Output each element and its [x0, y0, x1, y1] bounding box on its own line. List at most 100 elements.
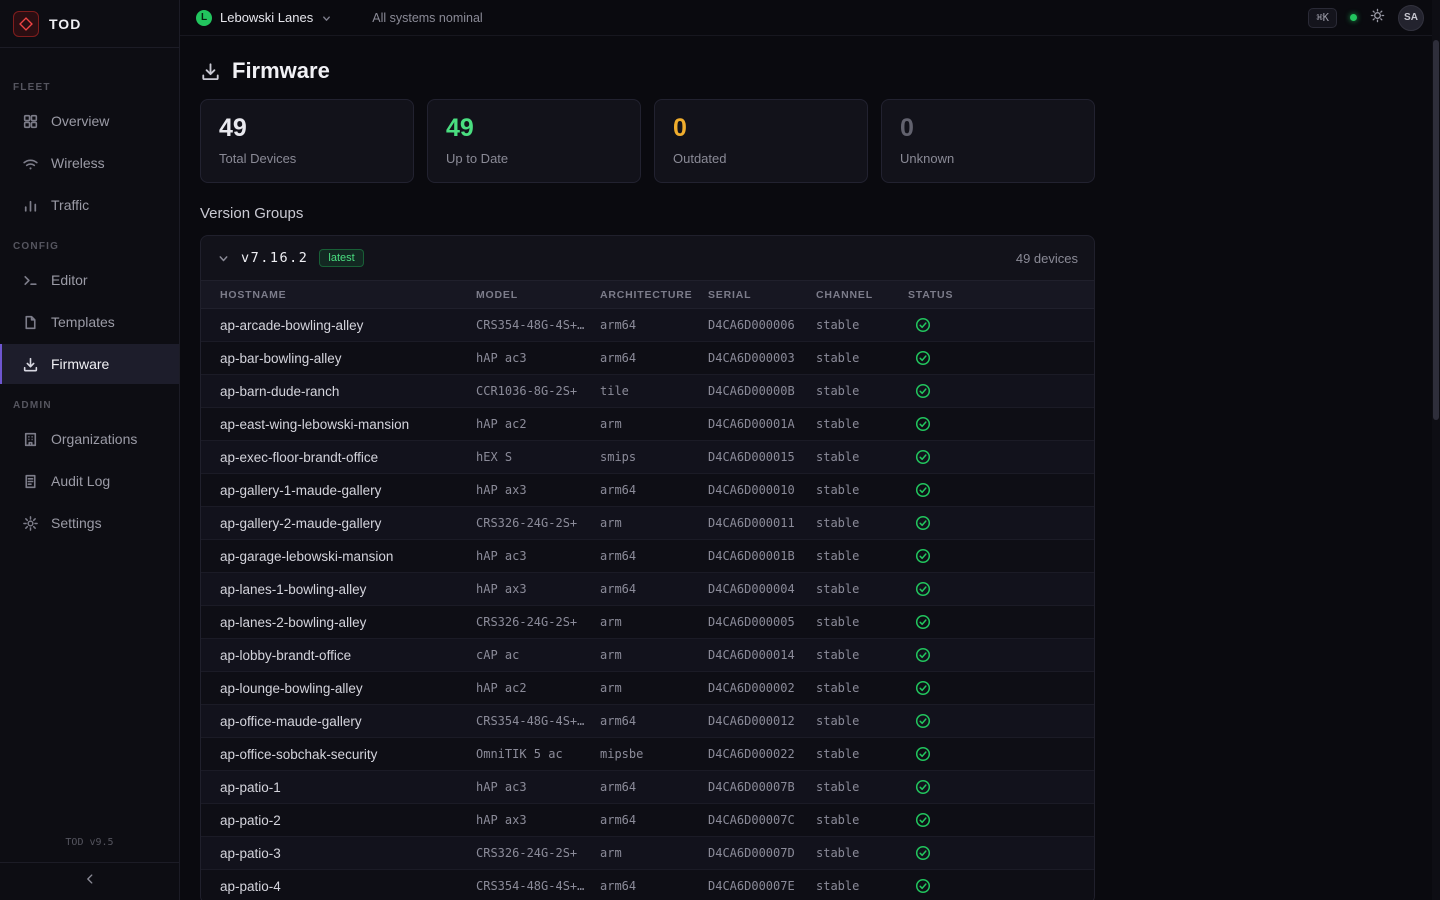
- table-row[interactable]: ap-lounge-bowling-alleyhAP ac2armD4CA6D0…: [201, 672, 1094, 705]
- table-row[interactable]: ap-bar-bowling-alleyhAP ac3arm64D4CA6D00…: [201, 342, 1094, 375]
- table-row[interactable]: ap-office-maude-galleryCRS354-48G-4S+…ar…: [201, 705, 1094, 738]
- command-palette-button[interactable]: ⌘K: [1308, 8, 1337, 28]
- stat-cards: 49 Total Devices 49 Up to Date 0 Outdate…: [200, 99, 1095, 183]
- cell-model: hEX S: [476, 450, 600, 464]
- cell-architecture: arm: [600, 516, 708, 530]
- sidebar-item-overview[interactable]: Overview: [0, 101, 179, 141]
- table-row[interactable]: ap-office-sobchak-securityOmniTIK 5 acmi…: [201, 738, 1094, 771]
- table-row[interactable]: ap-arcade-bowling-alleyCRS354-48G-4S+…ar…: [201, 309, 1094, 342]
- latest-badge: latest: [319, 249, 363, 267]
- org-switcher[interactable]: L Lebowski Lanes: [196, 10, 332, 26]
- version-group-header[interactable]: v7.16.2 latest 49 devices: [201, 236, 1094, 280]
- cell-model: hAP ac3: [476, 780, 600, 794]
- cell-model: hAP ac3: [476, 351, 600, 365]
- sidebar-collapse-button[interactable]: [0, 862, 179, 900]
- cell-architecture: arm64: [600, 813, 708, 827]
- table-row[interactable]: ap-exec-floor-brandt-officehEX SsmipsD4C…: [201, 441, 1094, 474]
- cell-architecture: arm64: [600, 483, 708, 497]
- org-avatar: L: [196, 10, 212, 26]
- cell-hostname: ap-arcade-bowling-alley: [220, 318, 476, 333]
- check-circle-icon: [908, 845, 1094, 861]
- table-row[interactable]: ap-lanes-1-bowling-alleyhAP ax3arm64D4CA…: [201, 573, 1094, 606]
- sidebar-item-organizations[interactable]: Organizations: [0, 419, 179, 459]
- cell-serial: D4CA6D00007B: [708, 780, 816, 794]
- cell-channel: stable: [816, 681, 908, 695]
- wifi-icon: [22, 155, 39, 172]
- nav-section-label-admin: ADMIN: [0, 400, 179, 411]
- cell-hostname: ap-garage-lebowski-mansion: [220, 549, 476, 564]
- cell-model: hAP ac2: [476, 417, 600, 431]
- stat-label: Outdated: [673, 151, 849, 166]
- cell-architecture: arm: [600, 648, 708, 662]
- version-group-card: v7.16.2 latest 49 devices HOSTNAME MODEL…: [200, 235, 1095, 900]
- cell-serial: D4CA6D000010: [708, 483, 816, 497]
- table-row[interactable]: ap-east-wing-lebowski-mansionhAP ac2armD…: [201, 408, 1094, 441]
- column-header-architecture: ARCHITECTURE: [600, 289, 708, 301]
- sidebar-item-audit-log[interactable]: Audit Log: [0, 461, 179, 501]
- table-row[interactable]: ap-garage-lebowski-mansionhAP ac3arm64D4…: [201, 540, 1094, 573]
- theme-toggle-button[interactable]: [1370, 8, 1385, 28]
- table-row[interactable]: ap-patio-3CRS326-24G-2S+armD4CA6D00007Ds…: [201, 837, 1094, 870]
- sidebar-item-firmware[interactable]: Firmware: [0, 344, 179, 384]
- cell-channel: stable: [816, 351, 908, 365]
- sidebar-item-editor[interactable]: Editor: [0, 260, 179, 300]
- scrollbar-thumb[interactable]: [1433, 40, 1439, 420]
- check-circle-icon: [908, 680, 1094, 696]
- check-circle-icon: [908, 482, 1094, 498]
- cell-serial: D4CA6D000002: [708, 681, 816, 695]
- cell-serial: D4CA6D000014: [708, 648, 816, 662]
- device-count: 49 devices: [1016, 251, 1078, 266]
- table-row[interactable]: ap-patio-1hAP ac3arm64D4CA6D00007Bstable: [201, 771, 1094, 804]
- table-row[interactable]: ap-barn-dude-ranchCCR1036-8G-2S+tileD4CA…: [201, 375, 1094, 408]
- cell-channel: stable: [816, 318, 908, 332]
- sidebar-item-wireless[interactable]: Wireless: [0, 143, 179, 183]
- cell-model: CCR1036-8G-2S+: [476, 384, 600, 398]
- table-row[interactable]: ap-lanes-2-bowling-alleyCRS326-24G-2S+ar…: [201, 606, 1094, 639]
- cell-architecture: mipsbe: [600, 747, 708, 761]
- check-circle-icon: [908, 548, 1094, 564]
- nav-item-label: Overview: [51, 113, 109, 129]
- cell-architecture: arm: [600, 681, 708, 695]
- check-circle-icon: [908, 581, 1094, 597]
- cell-channel: stable: [816, 879, 908, 893]
- cell-hostname: ap-patio-2: [220, 813, 476, 828]
- cell-hostname: ap-exec-floor-brandt-office: [220, 450, 476, 465]
- nav-section-label-config: CONFIG: [0, 241, 179, 252]
- scrollbar-track[interactable]: [1432, 0, 1440, 900]
- nav-item-label: Wireless: [51, 155, 105, 171]
- cell-channel: stable: [816, 384, 908, 398]
- table-row[interactable]: ap-gallery-2-maude-galleryCRS326-24G-2S+…: [201, 507, 1094, 540]
- nav-item-label: Settings: [51, 515, 102, 531]
- cell-model: CRS326-24G-2S+: [476, 615, 600, 629]
- cell-architecture: arm: [600, 615, 708, 629]
- table-row[interactable]: ap-gallery-1-maude-galleryhAP ax3arm64D4…: [201, 474, 1094, 507]
- table-row[interactable]: ap-lobby-brandt-officecAP acarmD4CA6D000…: [201, 639, 1094, 672]
- download-icon: [22, 356, 39, 373]
- terminal-icon: [22, 272, 39, 289]
- cell-serial: D4CA6D00001A: [708, 417, 816, 431]
- table-row[interactable]: ap-patio-2hAP ax3arm64D4CA6D00007Cstable: [201, 804, 1094, 837]
- building-icon: [22, 431, 39, 448]
- table-row[interactable]: ap-patio-4CRS354-48G-4S+…arm64D4CA6D0000…: [201, 870, 1094, 900]
- cell-model: OmniTIK 5 ac: [476, 747, 600, 761]
- user-avatar[interactable]: SA: [1398, 5, 1424, 31]
- cell-model: CRS354-48G-4S+…: [476, 318, 600, 332]
- cell-channel: stable: [816, 450, 908, 464]
- cell-serial: D4CA6D000015: [708, 450, 816, 464]
- app-logo[interactable]: TOD: [0, 0, 179, 48]
- cell-channel: stable: [816, 813, 908, 827]
- cell-channel: stable: [816, 780, 908, 794]
- sidebar-item-templates[interactable]: Templates: [0, 302, 179, 342]
- cell-serial: D4CA6D00000B: [708, 384, 816, 398]
- bar-chart-icon: [22, 197, 39, 214]
- cell-serial: D4CA6D000006: [708, 318, 816, 332]
- system-status-text: All systems nominal: [372, 11, 482, 25]
- sidebar-item-settings[interactable]: Settings: [0, 503, 179, 543]
- sidebar-item-traffic[interactable]: Traffic: [0, 185, 179, 225]
- cell-hostname: ap-office-sobchak-security: [220, 747, 476, 762]
- chevron-down-icon[interactable]: [217, 252, 230, 265]
- cell-architecture: arm64: [600, 780, 708, 794]
- cell-hostname: ap-lounge-bowling-alley: [220, 681, 476, 696]
- cell-channel: stable: [816, 549, 908, 563]
- check-circle-icon: [908, 350, 1094, 366]
